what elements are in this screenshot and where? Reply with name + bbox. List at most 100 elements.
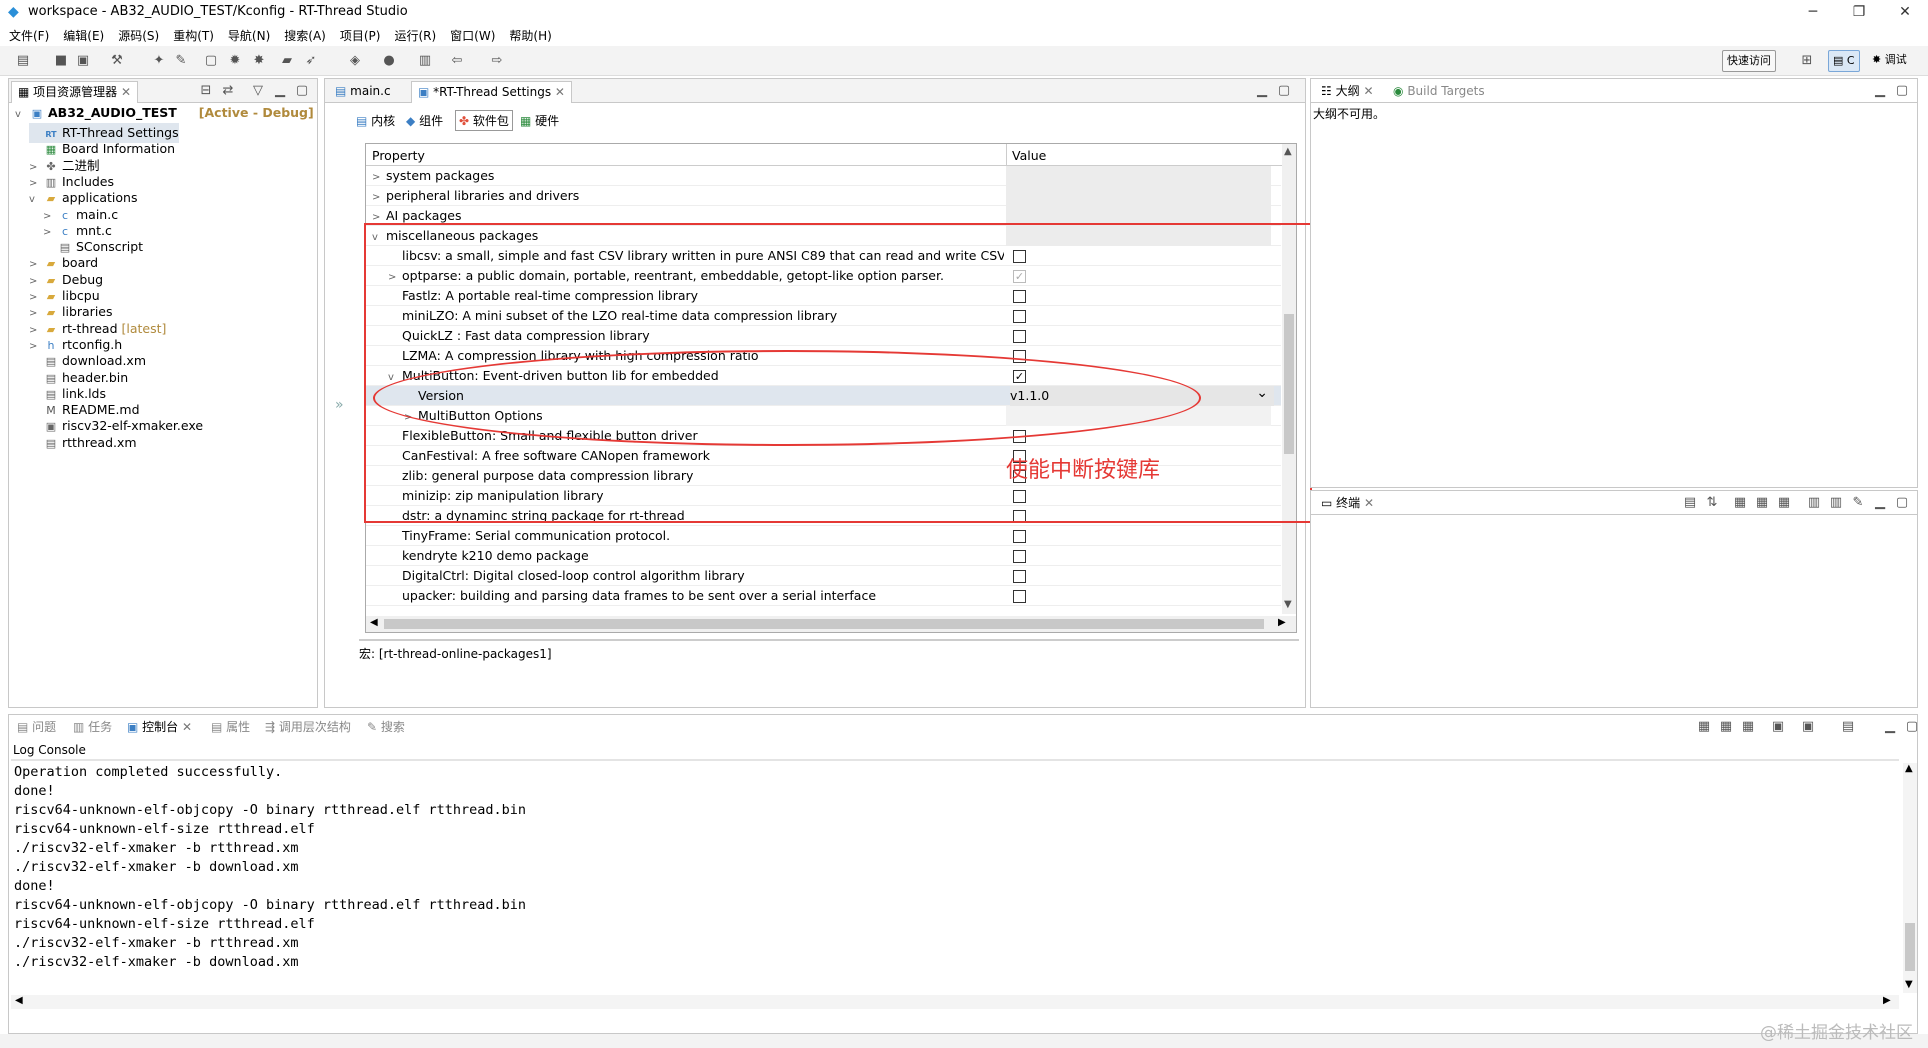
scroll-lock-icon[interactable]: ▦ [1775, 494, 1793, 512]
expand-icon[interactable]: > [372, 188, 386, 206]
tab-console[interactable]: ▣ 控制台 ✕ [121, 717, 198, 739]
menu-project[interactable]: 项目(P) [335, 24, 386, 47]
tab-call-hierarchy[interactable]: ⇶ 调用层次结构 [259, 717, 357, 739]
scroll-left-icon[interactable]: ◀ [15, 995, 23, 1006]
minimize-icon[interactable]: ▁ [1253, 82, 1271, 100]
scroll-left-icon[interactable]: ◀ [370, 617, 378, 628]
tab-build-targets[interactable]: ◉ Build Targets [1387, 81, 1491, 103]
property-row[interactable]: TinyFrame: Serial communication protocol… [366, 526, 1281, 546]
project-root[interactable]: v ▣ AB32_AUDIO_TEST [Active - Debug] [15, 103, 314, 123]
forward-arrow-icon[interactable]: ⇨ [488, 52, 506, 70]
tree-item[interactable]: ▤ rtthread.xm [29, 433, 137, 453]
scroll-right-icon[interactable]: ▶ [1883, 995, 1891, 1006]
tab-rt-thread-settings[interactable]: ▣ *RT-Thread Settings ✕ [411, 81, 572, 103]
property-row[interactable]: upacker: building and parsing data frame… [366, 586, 1281, 606]
close-icon[interactable]: ✕ [555, 85, 565, 99]
minimize-icon[interactable]: ▁ [1871, 82, 1889, 100]
clear-icon[interactable]: ▥ [1827, 494, 1845, 512]
horizontal-scrollbar[interactable]: ◀ ▶ [366, 616, 1296, 632]
bug-icon[interactable]: ✸ [250, 52, 268, 70]
collapse-all-icon[interactable]: ⊟ [197, 82, 215, 100]
open-console-icon[interactable]: ▤ [1839, 718, 1857, 736]
tab-problems[interactable]: ▤ 问题 [11, 717, 62, 739]
connect-icon[interactable]: ⇅ [1703, 494, 1721, 512]
debug-config-icon[interactable]: ▢ [202, 52, 220, 70]
open-terminal-icon[interactable]: ▤ [1681, 494, 1699, 512]
menu-file[interactable]: 文件(F) [4, 24, 54, 47]
pin-icon[interactable]: ✎ [1849, 494, 1867, 512]
quick-access-button[interactable]: 快速访问 [1722, 50, 1776, 72]
clear-console-icon[interactable]: ▦ [1695, 718, 1713, 736]
tab-outline[interactable]: ☷ 大纲 ✕ [1315, 81, 1380, 103]
console-hscrollbar[interactable]: ◀ ▶ [11, 995, 1899, 1009]
new-icon[interactable]: ▤ [14, 52, 32, 70]
scroll-down-icon[interactable]: ▼ [1905, 979, 1913, 990]
pin-console-icon[interactable]: ▣ [1769, 718, 1787, 736]
collapse-icon[interactable]: v [29, 190, 43, 210]
menu-refactor[interactable]: 重构(T) [168, 24, 219, 47]
word-wrap-icon[interactable]: ▦ [1739, 718, 1757, 736]
scroll-up-icon[interactable]: ▲ [1905, 763, 1913, 774]
subtab-hardware[interactable]: ▦ 硬件 [517, 111, 562, 130]
minimize-icon[interactable]: ▁ [1881, 718, 1899, 736]
link-editor-icon[interactable]: ⇄ [219, 82, 237, 100]
menu-edit[interactable]: 编辑(E) [58, 24, 109, 47]
close-icon[interactable]: ✕ [1364, 496, 1374, 510]
subtab-components[interactable]: ◆ 组件 [403, 111, 446, 130]
maximize-icon[interactable]: ▢ [293, 82, 311, 100]
close-icon[interactable]: ✕ [121, 85, 131, 99]
tab-tasks[interactable]: ▥ 任务 [67, 717, 118, 739]
menu-navigate[interactable]: 导航(N) [223, 24, 275, 47]
scroll-down-icon[interactable]: ▼ [1284, 599, 1292, 610]
maximize-icon[interactable]: ▢ [1893, 82, 1911, 100]
tab-search[interactable]: ✎ 搜索 [361, 717, 411, 739]
back-arrow-icon[interactable]: ⇦ [448, 52, 466, 70]
build-hammer-icon[interactable]: ⚒ [108, 52, 126, 70]
property-row[interactable]: > system packages [366, 166, 1281, 186]
display-console-icon[interactable]: ▣ [1799, 718, 1817, 736]
save-all-icon[interactable]: ▣ [74, 52, 92, 70]
open-perspective-icon[interactable]: ⊞ [1798, 52, 1816, 70]
minimize-icon[interactable]: ▁ [1871, 494, 1889, 512]
wrench-icon[interactable]: ✎ [172, 52, 190, 70]
open-folder-icon[interactable]: ▰ [278, 52, 296, 70]
h-scroll-thumb[interactable] [384, 619, 1264, 629]
minimize-icon[interactable]: ▁ [271, 82, 289, 100]
console-vscrollbar[interactable]: ▲ ▼ [1903, 763, 1917, 993]
scroll-right-icon[interactable]: ▶ [1278, 617, 1286, 628]
console-view-icon[interactable]: ▥ [416, 52, 434, 70]
menu-search[interactable]: 搜索(A) [279, 24, 331, 47]
tab-properties[interactable]: ▤ 属性 [205, 717, 256, 739]
subtab-kernel[interactable]: ▤ 内核 [353, 111, 398, 130]
scroll-lock-icon[interactable]: ▦ [1717, 718, 1735, 736]
subtab-packages[interactable]: ✤ 软件包 [455, 110, 513, 131]
package-checkbox[interactable] [1013, 550, 1026, 563]
stop-icon[interactable]: ● [380, 52, 398, 70]
package-checkbox[interactable] [1013, 530, 1026, 543]
download-icon[interactable]: ➶ [302, 52, 320, 70]
menu-run[interactable]: 运行(R) [389, 24, 441, 47]
tab-main-c[interactable]: ▤ main.c [329, 81, 397, 103]
close-icon[interactable]: ✕ [1363, 84, 1373, 98]
perspective-c-button[interactable]: ▤ C [1828, 50, 1860, 72]
expand-icon[interactable]: > [372, 168, 386, 186]
copy-icon[interactable]: ▥ [1805, 494, 1823, 512]
property-row[interactable]: DigitalCtrl: Digital closed-loop control… [366, 566, 1281, 586]
perspective-debug-button[interactable]: ✸ 调试 [1868, 50, 1911, 72]
minimize-button[interactable]: ─ [1790, 0, 1836, 24]
menu-help[interactable]: 帮助(H) [504, 24, 556, 47]
expand-icon[interactable]: v [15, 105, 29, 125]
terminal-icon[interactable]: ◈ [346, 52, 364, 70]
package-checkbox[interactable] [1013, 570, 1026, 583]
maximize-icon[interactable]: ▢ [1903, 718, 1921, 736]
close-icon[interactable]: ✕ [182, 720, 192, 734]
console-scroll-thumb[interactable] [1905, 923, 1915, 971]
menu-source[interactable]: 源码(S) [113, 24, 164, 47]
expand-side-icon[interactable]: » [335, 397, 344, 413]
view-menu-icon[interactable]: ▽ [249, 82, 267, 100]
menu-window[interactable]: 窗口(W) [445, 24, 500, 47]
clean-icon[interactable]: ✦ [150, 52, 168, 70]
property-row[interactable]: > peripheral libraries and drivers [366, 186, 1281, 206]
maximize-icon[interactable]: ▢ [1893, 494, 1911, 512]
tab-terminal[interactable]: ▭ 终端 ✕ [1315, 493, 1380, 515]
